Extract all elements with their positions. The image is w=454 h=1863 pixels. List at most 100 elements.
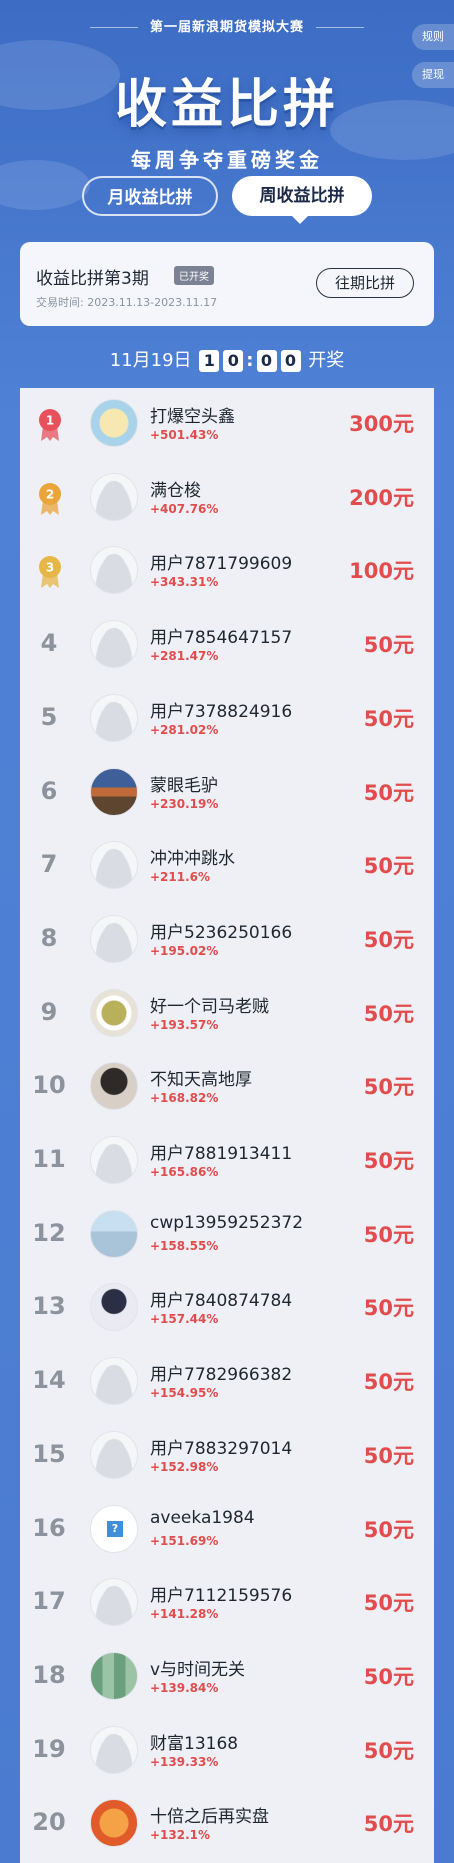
competition-header: 第一届新浪期货模拟大赛 — [0, 16, 454, 35]
ranking-row[interactable]: 15 用户7883297014 +152.98% 50元 — [20, 1420, 434, 1493]
ranking-row[interactable]: 6 蒙眼毛驴 +230.19% 50元 — [20, 757, 434, 830]
avatar[interactable] — [90, 1209, 138, 1258]
user-name: cwp13959252372 — [150, 1212, 304, 1233]
rank-number: 8 — [40, 923, 58, 952]
avatar[interactable] — [90, 472, 138, 521]
rank-number: 7 — [40, 850, 58, 879]
avatar[interactable] — [90, 767, 138, 816]
user-name: 十倍之后再实盘 — [150, 1807, 269, 1828]
rank-number: 11 — [32, 1145, 66, 1173]
avatar[interactable] — [90, 693, 138, 742]
avatar[interactable] — [90, 1504, 138, 1553]
user-name: 用户7112159576 — [150, 1586, 293, 1607]
prize-amount: 50元 — [363, 1738, 414, 1763]
avatar[interactable] — [90, 1799, 138, 1848]
prize-amount: 50元 — [363, 1812, 414, 1837]
user-name: 用户7881913411 — [150, 1144, 293, 1164]
prize-amount: 50元 — [363, 1296, 414, 1321]
medal-rank: 1 — [46, 414, 54, 428]
draw-date: 11月19日 — [109, 350, 192, 371]
rank-number: 18 — [32, 1660, 66, 1689]
ranking-row[interactable]: 14 用户7782966382 +154.95% 50元 — [20, 1346, 434, 1419]
ranking-row[interactable]: 19 财富13168 +139.33% 50元 — [20, 1715, 434, 1788]
prize-amount: 50元 — [363, 1075, 414, 1100]
ranking-row[interactable]: 17 用户7112159576 +141.28% 50元 — [20, 1567, 434, 1640]
colon: : — [246, 350, 254, 371]
prize-amount: 50元 — [363, 1222, 414, 1247]
avatar[interactable] — [90, 1578, 138, 1627]
rank-number: 5 — [40, 702, 58, 731]
return-rate: +157.44% — [150, 1312, 219, 1327]
rank-number: 16 — [32, 1513, 66, 1542]
avatar[interactable] — [90, 1357, 138, 1406]
user-name: 用户7871799609 — [150, 554, 293, 575]
return-rate: +407.76% — [150, 501, 219, 516]
ranking-row[interactable]: 12 cwp13959252372 +158.55% 50元 — [20, 1199, 434, 1272]
avatar[interactable] — [90, 1651, 138, 1700]
user-name: 打爆空头鑫 — [150, 407, 235, 427]
return-rate: +154.95% — [150, 1386, 219, 1401]
user-name: 用户5236250166 — [150, 922, 293, 943]
period-title: 收益比拼第3期 — [36, 269, 149, 289]
prize-amount: 100元 — [349, 559, 414, 584]
ranking-row[interactable]: 1 打爆空头鑫 +501.43% 300元 — [20, 388, 434, 461]
avatar[interactable] — [90, 399, 138, 447]
rank-number: 15 — [32, 1439, 66, 1468]
avatar[interactable] — [90, 546, 138, 595]
user-name: 用户7883297014 — [150, 1438, 293, 1459]
ranking-row[interactable]: 3 用户7871799609 +343.31% 100元 — [20, 535, 434, 608]
avatar[interactable] — [90, 1283, 138, 1332]
avatar[interactable] — [90, 1725, 138, 1774]
ranking-row[interactable]: 7 冲冲冲跳水 +211.6% 50元 — [20, 830, 434, 903]
prize-amount: 50元 — [363, 1149, 414, 1173]
return-rate: +158.55% — [150, 1238, 219, 1253]
ranking-row[interactable]: 18 v与时间无关 +139.84% 50元 — [20, 1641, 434, 1714]
ranking-row[interactable]: 2 满仓梭 +407.76% 200元 — [20, 462, 434, 535]
rank-number: 14 — [32, 1366, 66, 1395]
rank-number: 4 — [40, 629, 58, 658]
avatar[interactable] — [90, 841, 138, 890]
rank-number: 6 — [40, 776, 58, 805]
medal-rank: 3 — [46, 561, 54, 575]
ranking-row[interactable]: 4 用户7854647157 +281.47% 50元 — [20, 609, 434, 682]
ranking-row[interactable]: 8 用户5236250166 +195.02% 50元 — [20, 904, 434, 977]
return-rate: +168.82% — [150, 1091, 219, 1106]
ranking-row[interactable]: 13 用户7840874784 +157.44% 50元 — [20, 1272, 434, 1345]
ranking-row[interactable]: 10 不知天高地厚 +168.82% 50元 — [20, 1051, 434, 1124]
rules-button[interactable]: 规则 — [412, 24, 454, 50]
ranking-row[interactable]: 11 用户7881913411 +165.86% 50元 — [20, 1125, 434, 1198]
medal-icon: 2 — [39, 482, 61, 515]
hour-digit: 0 — [223, 350, 244, 372]
user-name: 不知天高地厚 — [150, 1070, 252, 1091]
prize-amount: 50元 — [363, 1001, 414, 1026]
rank-number: 12 — [32, 1218, 66, 1247]
medal-icon: 3 — [39, 556, 61, 589]
return-rate: +211.6% — [150, 870, 211, 885]
ranking-row[interactable]: 5 用户7378824916 +281.02% 50元 — [20, 683, 434, 756]
avatar[interactable] — [90, 1062, 138, 1111]
avatar[interactable] — [90, 988, 138, 1037]
tab-weekly[interactable]: 周收益比拼 — [232, 176, 372, 224]
avatar[interactable] — [90, 1136, 138, 1184]
ranking-row[interactable]: 16 aveeka1984 +151.69% 50元 — [20, 1494, 434, 1567]
tab-monthly[interactable]: 月收益比拼 — [82, 176, 218, 216]
prize-amount: 50元 — [363, 854, 414, 879]
period-card: 收益比拼第3期 已开奖 交易时间: 2023.11.13-2023.11.17 … — [20, 242, 434, 326]
prize-amount: 50元 — [363, 927, 414, 952]
status-badge: 已开奖 — [174, 266, 214, 285]
prize-amount: 300元 — [349, 412, 414, 436]
return-rate: +195.02% — [150, 943, 219, 958]
divider — [316, 27, 364, 28]
user-name: 蒙眼毛驴 — [150, 775, 218, 796]
ranking-row[interactable]: 20 十倍之后再实盘 +132.1% 50元 — [20, 1788, 434, 1861]
avatar[interactable] — [90, 1430, 138, 1479]
ranking-row[interactable]: 9 好一个司马老贼 +193.57% 50元 — [20, 978, 434, 1051]
prize-amount: 50元 — [363, 1517, 414, 1542]
draw-countdown: 11月19日 10:00 开奖 — [0, 346, 454, 372]
history-button[interactable]: 往期比拼 — [316, 268, 414, 298]
avatar[interactable] — [90, 620, 138, 669]
return-rate: +139.84% — [150, 1680, 219, 1695]
avatar[interactable] — [90, 914, 138, 963]
medal-icon: 1 — [39, 409, 61, 441]
page-subtitle: 每周争夺重磅奖金 — [131, 148, 323, 172]
